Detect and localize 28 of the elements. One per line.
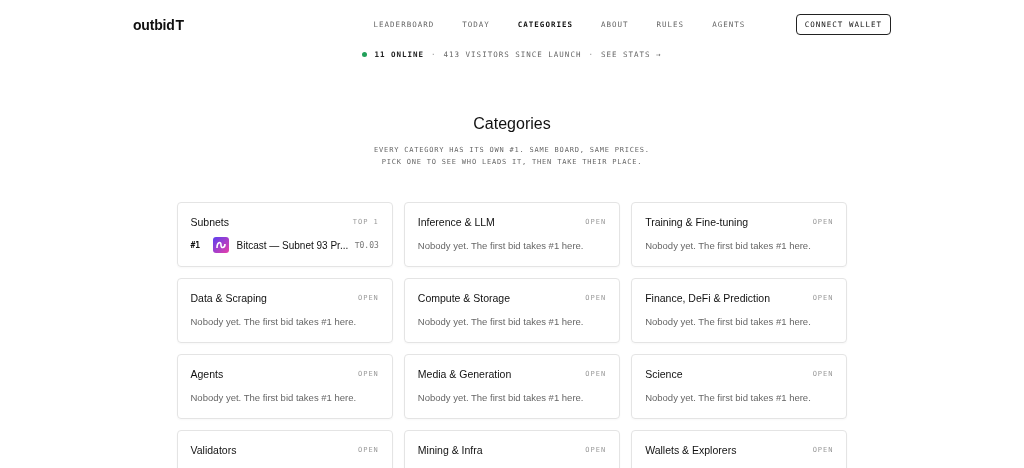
logo-mark[interactable]: Τ xyxy=(175,16,185,33)
empty-message: Nobody yet. The first bid takes #1 here. xyxy=(190,392,358,403)
category-name: Compute & Storage xyxy=(417,292,511,304)
leader-name: Bitcast — Subnet 93 Pr... xyxy=(236,239,350,251)
empty-message: Nobody yet. The first bid takes #1 here. xyxy=(190,316,358,327)
category-name: Inference & LLM xyxy=(417,216,495,228)
category-name: Validators xyxy=(190,444,237,456)
empty-message: Nobody yet. The first bid takes #1 here. xyxy=(417,240,585,251)
empty-message: Nobody yet. The first bid takes #1 here. xyxy=(417,316,585,327)
rank-label: #1 xyxy=(190,240,202,250)
empty-message: Nobody yet. The first bid takes #1 here. xyxy=(645,240,812,251)
online-dot xyxy=(362,52,368,57)
empty-message: Nobody yet. The first bid takes #1 here. xyxy=(645,316,812,327)
category-name: Finance, DeFi & Prediction xyxy=(645,292,771,304)
empty-message: Nobody yet. The first bid takes #1 here. xyxy=(417,392,585,403)
leader-price: Τ0.03 xyxy=(354,240,379,250)
category-name: Wallets & Explorers xyxy=(645,444,737,456)
category-name: Subnets xyxy=(190,216,230,228)
empty-message: Nobody yet. The first bid takes #1 here. xyxy=(645,392,812,403)
category-name: Mining & Infra xyxy=(417,444,483,456)
logo-text[interactable]: outbid xyxy=(133,16,175,33)
leader-avatar-icon xyxy=(212,237,229,253)
category-name: Training & Fine-tuning xyxy=(645,216,749,228)
category-name: Science xyxy=(645,368,683,380)
category-name: Data & Scraping xyxy=(190,292,267,304)
category-name: Media & Generation xyxy=(417,368,512,380)
category-name: Agents xyxy=(190,368,224,380)
page-heading: Categories xyxy=(472,115,552,133)
